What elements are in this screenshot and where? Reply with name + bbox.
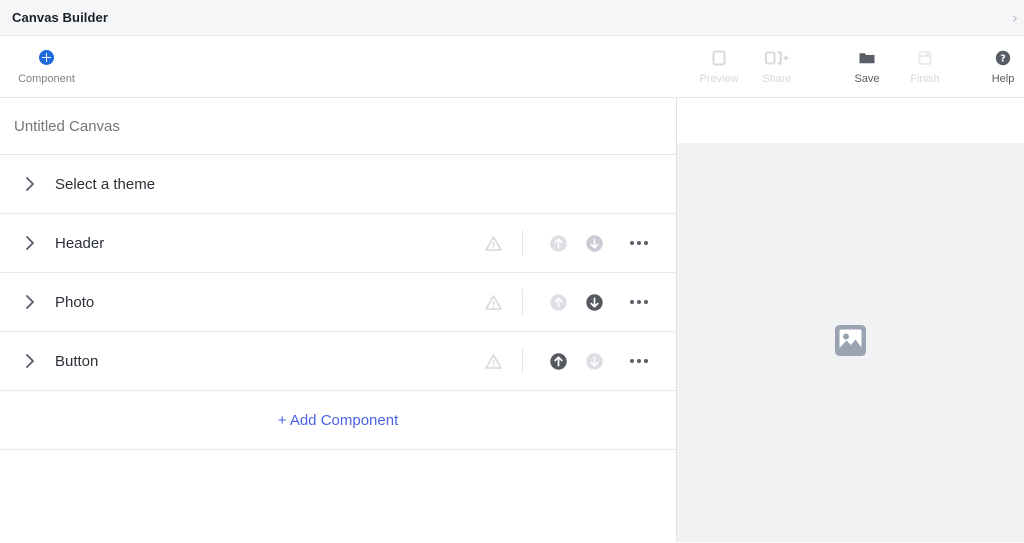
window-title: Canvas Builder	[12, 10, 109, 25]
component-row-button[interactable]: Button	[0, 332, 676, 391]
chevron-right-icon[interactable]	[20, 294, 40, 310]
folder-icon	[858, 49, 876, 67]
svg-text:?: ?	[1000, 53, 1006, 64]
move-down-button[interactable]	[576, 293, 612, 312]
preview-canvas[interactable]	[677, 143, 1024, 542]
builder-panel-filler	[0, 450, 676, 542]
toolbar-button-label: Finish	[910, 72, 940, 85]
component-row-photo[interactable]: Photo	[0, 273, 676, 332]
action-divider	[522, 348, 523, 374]
add-component-toolbar-button[interactable]: Component	[18, 49, 75, 85]
window-titlebar: Canvas Builder ›	[0, 0, 1024, 36]
preview-square-icon	[710, 49, 728, 67]
chevron-right-icon[interactable]	[20, 235, 40, 251]
warning-icon[interactable]	[476, 294, 510, 311]
component-row-header[interactable]: Header	[0, 214, 676, 273]
save-button[interactable]: Save	[838, 49, 896, 85]
canvas-title-input[interactable]	[14, 117, 434, 135]
move-down-button[interactable]	[576, 234, 612, 253]
component-row-actions	[476, 289, 658, 315]
preview-top-strip	[677, 98, 1024, 143]
toolbar-button-label: Help	[991, 72, 1015, 85]
more-options-button[interactable]	[620, 241, 658, 245]
chevron-right-icon[interactable]	[20, 353, 40, 369]
move-up-button[interactable]	[540, 352, 576, 371]
builder-panel: Select a theme Header	[0, 98, 677, 542]
toolbar-button-label: Component	[18, 72, 75, 85]
move-down-button[interactable]	[576, 352, 612, 371]
finish-button[interactable]: Finish	[896, 49, 954, 85]
share-button[interactable]: Share	[748, 49, 806, 85]
component-row-actions	[476, 230, 658, 256]
preview-panel	[677, 98, 1024, 542]
add-component-row[interactable]: + Add Component	[0, 391, 676, 450]
component-row-label: Select a theme	[55, 175, 156, 193]
plus-circle-icon	[39, 49, 54, 67]
action-divider	[522, 289, 523, 315]
toolbar-left-group: Component	[0, 49, 75, 85]
question-circle-icon: ?	[994, 49, 1012, 67]
component-row-theme[interactable]: Select a theme	[0, 155, 676, 214]
toolbar-button-label: Save	[854, 72, 880, 85]
add-component-link[interactable]: + Add Component	[278, 412, 399, 429]
ellipsis-icon	[630, 359, 648, 363]
move-up-button[interactable]	[540, 234, 576, 253]
ellipsis-icon	[630, 241, 648, 245]
image-placeholder-icon	[834, 324, 867, 362]
component-row-actions	[476, 348, 658, 374]
close-icon[interactable]: ›	[1007, 9, 1023, 27]
component-row-label: Photo	[55, 293, 95, 311]
window-frame-icon	[916, 49, 934, 67]
help-button[interactable]: ? Help	[986, 49, 1020, 85]
toolbar-button-label: Preview	[699, 72, 739, 85]
preview-button[interactable]: Preview	[690, 49, 748, 85]
canvas-title-row	[0, 98, 676, 155]
warning-icon[interactable]	[476, 353, 510, 370]
main-toolbar: Component Preview Share Save Finish ? He…	[0, 36, 1024, 98]
share-icon	[764, 49, 790, 67]
component-row-label: Button	[55, 352, 99, 370]
toolbar-right-group: Preview Share Save Finish ? Help	[690, 49, 1014, 85]
component-row-label: Header	[55, 234, 105, 252]
main-content: Select a theme Header	[0, 98, 1024, 542]
chevron-right-icon[interactable]	[20, 176, 40, 192]
ellipsis-icon	[630, 300, 648, 304]
more-options-button[interactable]	[620, 359, 658, 363]
toolbar-button-label: Share	[762, 72, 792, 85]
action-divider	[522, 230, 523, 256]
warning-icon[interactable]	[476, 235, 510, 252]
move-up-button[interactable]	[540, 293, 576, 312]
more-options-button[interactable]	[620, 300, 658, 304]
